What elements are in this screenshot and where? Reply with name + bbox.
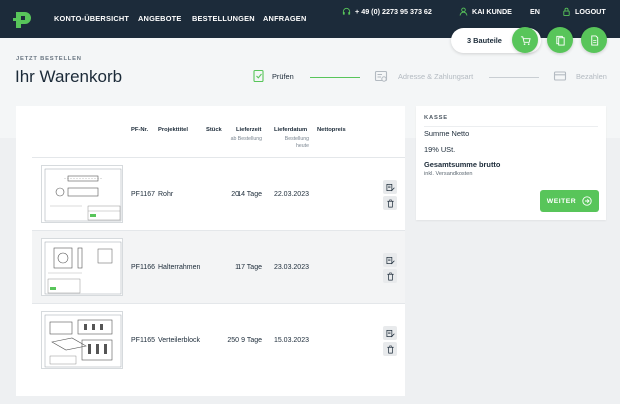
check-document-icon	[253, 69, 264, 83]
versandkosten-note: inkl. Versandkosten	[424, 171, 473, 177]
documents-icon	[555, 35, 565, 46]
part-drawing-rohr[interactable]	[41, 165, 123, 223]
drawing-thumbnail-icon	[44, 241, 122, 295]
kasse-divider	[424, 126, 598, 127]
arrow-right-circle-icon	[582, 196, 592, 206]
edit-button[interactable]	[383, 180, 397, 194]
page-title: Ihr Warenkorb	[15, 67, 123, 86]
table-row: PF1165 Verteilerblock 250 9 Tage 15.03.2…	[32, 303, 405, 376]
edit-icon	[386, 329, 395, 337]
drawing-thumbnail-icon	[44, 168, 122, 222]
nav-bestellungen[interactable]: BESTELLUNGEN	[192, 14, 255, 23]
edit-button[interactable]	[383, 326, 397, 340]
phone-number: + 49 (0) 2273 95 373 62	[355, 7, 432, 16]
lock-icon	[563, 7, 570, 16]
checkout-summary: KASSE Summe Netto 19% USt. Gesamtsumme b…	[416, 106, 606, 220]
cell-projekttitel: Verteilerblock	[158, 337, 201, 344]
cell-pf-nr: PF1165	[131, 337, 155, 344]
gesamtsumme-label: Gesamtsumme brutto	[424, 160, 501, 169]
file-button[interactable]	[581, 27, 607, 53]
cell-lieferdatum: 15.03.2023	[273, 337, 309, 344]
cart-table: PF-Nr. Projekttitel Stück Lieferzeit ab …	[16, 106, 405, 396]
nav-anfragen[interactable]: ANFRAGEN	[263, 14, 306, 23]
logo-icon[interactable]	[13, 10, 33, 30]
user-menu[interactable]: KAI KUNDE	[459, 7, 512, 16]
edit-button[interactable]	[383, 253, 397, 267]
th-pf-nr: PF-Nr.	[131, 127, 149, 133]
phone-link[interactable]: + 49 (0) 2273 95 373 62	[342, 7, 432, 16]
summe-netto-label: Summe Netto	[424, 129, 470, 138]
user-icon	[459, 7, 468, 16]
page-kicker: JETZT BESTELLEN	[16, 56, 82, 62]
drawing-thumbnail-icon	[44, 314, 122, 368]
part-drawing-halterrahmen[interactable]	[41, 238, 123, 296]
table-row: PF1167 Rohr 20 14 Tage 22.03.2023	[32, 157, 405, 230]
ust-label: 19% USt.	[424, 145, 456, 154]
cell-projekttitel: Rohr	[158, 191, 174, 198]
part-drawing-verteilerblock[interactable]	[41, 311, 123, 369]
th-projekttitel: Projekttitel	[158, 127, 188, 133]
logout-link[interactable]: LOGOUT	[562, 7, 606, 16]
th-stueck: Stück	[206, 127, 222, 133]
weiter-button[interactable]: WEITER	[540, 190, 599, 212]
payment-icon	[553, 71, 567, 81]
th-lieferdatum: Lieferdatum	[274, 127, 308, 133]
weiter-label: WEITER	[546, 197, 577, 205]
trash-icon	[386, 345, 394, 353]
cart-icon	[520, 35, 531, 45]
cell-projekttitel: Halterrahmen	[158, 264, 201, 271]
cell-pf-nr: PF1167	[131, 191, 155, 198]
step-line-1	[310, 77, 360, 78]
delete-button[interactable]	[383, 342, 397, 356]
logout-label: LOGOUT	[575, 7, 606, 16]
step-pruefen[interactable]: Prüfen	[272, 72, 294, 81]
cell-lieferdatum: 23.03.2023	[273, 264, 309, 271]
cart-count: 3 Bauteile	[467, 36, 502, 45]
trash-icon	[386, 199, 394, 207]
nav-angebote[interactable]: ANGEBOTE	[138, 14, 181, 23]
th-lieferzeit: Lieferzeit	[236, 127, 262, 133]
cell-lieferzeit: 14 Tage	[237, 191, 262, 198]
delete-button[interactable]	[383, 269, 397, 283]
address-icon	[374, 70, 388, 82]
cell-lieferzeit: 9 Tage	[241, 337, 262, 344]
nav-konto-uebersicht[interactable]: KONTO-ÜBERSICHT	[54, 14, 129, 23]
step-line-2	[489, 77, 539, 78]
kasse-title: KASSE	[424, 115, 448, 121]
cell-lieferdatum: 22.03.2023	[273, 191, 309, 198]
headset-icon	[342, 7, 351, 15]
cell-pf-nr: PF1166	[131, 264, 155, 271]
user-name: KAI KUNDE	[472, 7, 512, 16]
th-lieferzeit-sub: ab Bestellung	[230, 136, 262, 142]
step-bezahlen[interactable]: Bezahlen	[576, 72, 607, 81]
cart-button[interactable]	[512, 27, 538, 53]
language-switch[interactable]: EN	[530, 7, 540, 16]
table-row: PF1166 Halterrahmen 1 17 Tage 23.03.2023	[32, 230, 405, 303]
th-lieferdatum-sub: Bestellung heute	[284, 136, 309, 149]
documents-button[interactable]	[547, 27, 573, 53]
edit-icon	[386, 183, 395, 191]
delete-button[interactable]	[383, 196, 397, 210]
th-nettopreis: Nettopreis	[317, 127, 346, 133]
edit-icon	[386, 256, 395, 264]
step-adresse[interactable]: Adresse & Zahlungsart	[398, 72, 473, 81]
trash-icon	[386, 272, 394, 280]
file-icon	[590, 34, 598, 46]
cell-lieferzeit: 17 Tage	[237, 264, 262, 271]
